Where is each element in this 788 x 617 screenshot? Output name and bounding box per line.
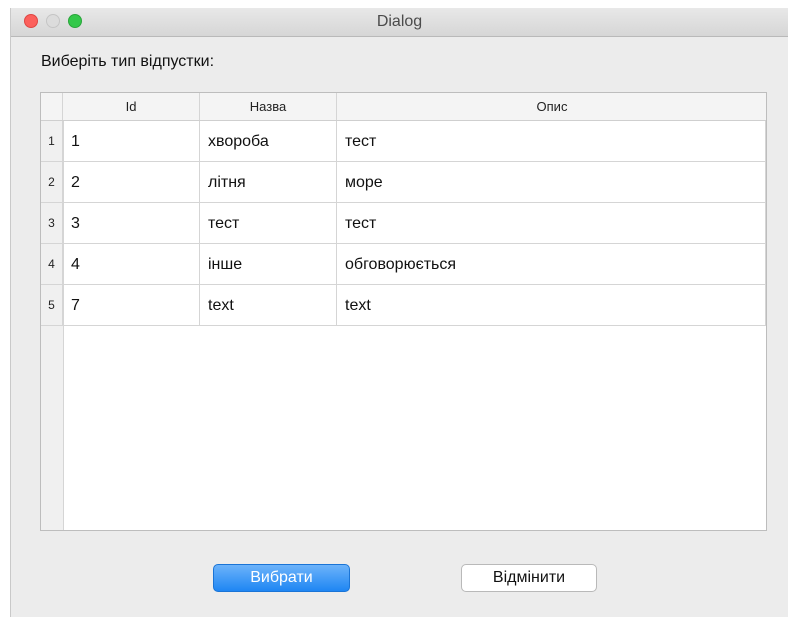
column-header-name[interactable]: Назва <box>200 93 337 120</box>
column-header-description[interactable]: Опис <box>337 93 766 120</box>
cell-name[interactable]: тест <box>200 203 337 244</box>
cell-description[interactable]: тест <box>337 203 766 244</box>
cell-id[interactable]: 1 <box>63 121 200 162</box>
table-row[interactable]: 1 1 хвороба тест <box>41 121 766 162</box>
cell-name[interactable]: літня <box>200 162 337 203</box>
cell-description[interactable]: тест <box>337 121 766 162</box>
prompt-label: Виберіть тип відпустки: <box>41 53 215 70</box>
cell-id[interactable]: 4 <box>63 244 200 285</box>
cell-name[interactable]: text <box>200 285 337 326</box>
cell-id[interactable]: 2 <box>63 162 200 203</box>
table-row[interactable]: 4 4 інше обговорюється <box>41 244 766 285</box>
table-row[interactable]: 5 7 text text <box>41 285 766 326</box>
cell-description[interactable]: море <box>337 162 766 203</box>
row-number[interactable]: 5 <box>41 285 63 326</box>
row-number[interactable]: 2 <box>41 162 63 203</box>
cell-name[interactable]: хвороба <box>200 121 337 162</box>
window-title: Dialog <box>376 13 423 30</box>
column-header-id[interactable]: Id <box>63 93 200 120</box>
table-header: Id Назва Опис <box>41 93 766 121</box>
cell-description[interactable]: обговорюється <box>337 244 766 285</box>
cell-description[interactable]: text <box>337 285 766 326</box>
title-bar[interactable]: Dialog <box>11 8 788 37</box>
row-number[interactable]: 1 <box>41 121 63 162</box>
cell-name[interactable]: інше <box>200 244 337 285</box>
cell-id[interactable]: 3 <box>63 203 200 244</box>
row-number[interactable]: 3 <box>41 203 63 244</box>
table-row[interactable]: 2 2 літня море <box>41 162 766 203</box>
table-row[interactable]: 3 3 тест тест <box>41 203 766 244</box>
dialog-window: Dialog Виберіть тип відпустки: Id Назва … <box>10 8 788 617</box>
cancel-button[interactable]: Відмінити <box>461 564 597 592</box>
select-button[interactable]: Вибрати <box>213 564 350 592</box>
corner-cell[interactable] <box>41 93 63 120</box>
row-number[interactable]: 4 <box>41 244 63 285</box>
cell-id[interactable]: 7 <box>63 285 200 326</box>
leave-type-table[interactable]: Id Назва Опис 1 1 хвороба тест 2 2 літня… <box>40 92 767 531</box>
